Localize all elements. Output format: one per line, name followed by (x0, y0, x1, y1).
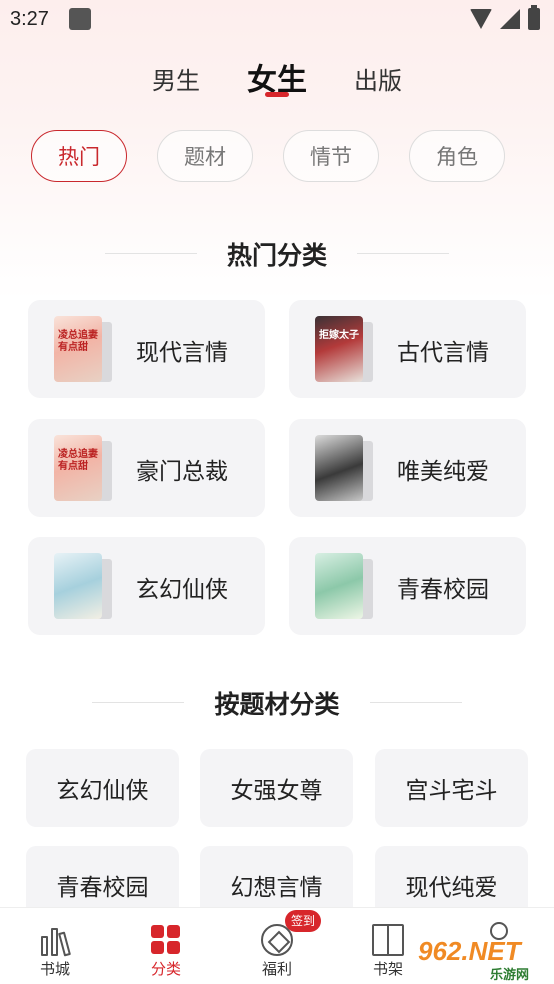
section-divider-right (357, 253, 449, 254)
nav-label: 分类 (150, 960, 181, 978)
section-divider-right (370, 702, 462, 703)
cover-title: 拒嫁太子 (319, 330, 359, 341)
category-label: 唯美纯爱 (397, 459, 489, 485)
watermark-main: 962.NET (418, 936, 521, 966)
wifi-icon (470, 9, 492, 29)
book-cover-image (315, 435, 363, 501)
category-label: 豪门总裁 (136, 459, 228, 485)
category-card-campus[interactable]: 青春校园 (289, 537, 526, 635)
status-time: 3:27 (10, 8, 49, 30)
book-cover-image (315, 553, 363, 619)
nav-label: 福利 (261, 960, 292, 978)
status-indicators (470, 5, 540, 30)
category-card-ancient-romance[interactable]: 拒嫁太子 古代言情 (289, 300, 526, 398)
book-cover-image (54, 553, 102, 619)
category-card-modern-romance[interactable]: 凌总追妻有点甜 现代言情 (28, 300, 265, 398)
nav-label: 书城 (39, 960, 70, 978)
filter-chip-theme[interactable]: 题材 (157, 130, 253, 182)
gender-tabs: 男生 女生 出版 (0, 55, 554, 105)
bookstore-icon (39, 924, 71, 957)
category-card-ceo-romance[interactable]: 凌总追妻有点甜 豪门总裁 (28, 419, 265, 517)
tab-male[interactable]: 男生 (152, 61, 200, 96)
theme-section-title: 按题材分类 (214, 690, 340, 719)
notification-app-icon (69, 8, 91, 30)
category-label: 现代言情 (136, 340, 228, 366)
theme-chip-fantasy-xianxia[interactable]: 玄幻仙侠 (26, 749, 179, 827)
active-tab-indicator (265, 92, 289, 97)
cover-title: 凌总追妻有点甜 (58, 449, 98, 472)
status-bar: 3:27 (0, 0, 554, 40)
bookshelf-icon (372, 924, 404, 956)
category-label: 古代言情 (397, 340, 489, 366)
watermark-sub: 乐游网 (490, 968, 530, 983)
checkin-badge: 签到 (285, 910, 322, 932)
nav-item-bookstore[interactable]: 书城 (0, 908, 110, 984)
cover-title: 凌总追妻有点甜 (58, 330, 98, 353)
watermark-logo: 962.NET 乐游网 (418, 936, 548, 983)
book-cover-image: 凌总追妻有点甜 (54, 435, 102, 501)
category-label: 玄幻仙侠 (136, 577, 228, 603)
tab-publish[interactable]: 出版 (354, 61, 402, 96)
category-label: 青春校园 (397, 577, 489, 603)
theme-chip-palace-intrigue[interactable]: 宫斗宅斗 (375, 749, 528, 827)
nav-item-category[interactable]: 分类 (111, 908, 221, 984)
category-grid-icon (150, 924, 182, 956)
theme-chip-strong-female[interactable]: 女强女尊 (200, 749, 353, 827)
filter-chip-role[interactable]: 角色 (409, 130, 505, 182)
filter-chip-hot[interactable]: 热门 (31, 130, 127, 182)
hot-section-title: 热门分类 (226, 241, 327, 270)
filter-chip-plot[interactable]: 情节 (283, 130, 379, 182)
signal-icon (500, 9, 520, 29)
category-card-pure-love[interactable]: 唯美纯爱 (289, 419, 526, 517)
book-cover-image: 拒嫁太子 (315, 316, 363, 382)
category-card-fantasy-xianxia[interactable]: 玄幻仙侠 (28, 537, 265, 635)
book-cover-image: 凌总追妻有点甜 (54, 316, 102, 382)
battery-icon (528, 5, 540, 30)
